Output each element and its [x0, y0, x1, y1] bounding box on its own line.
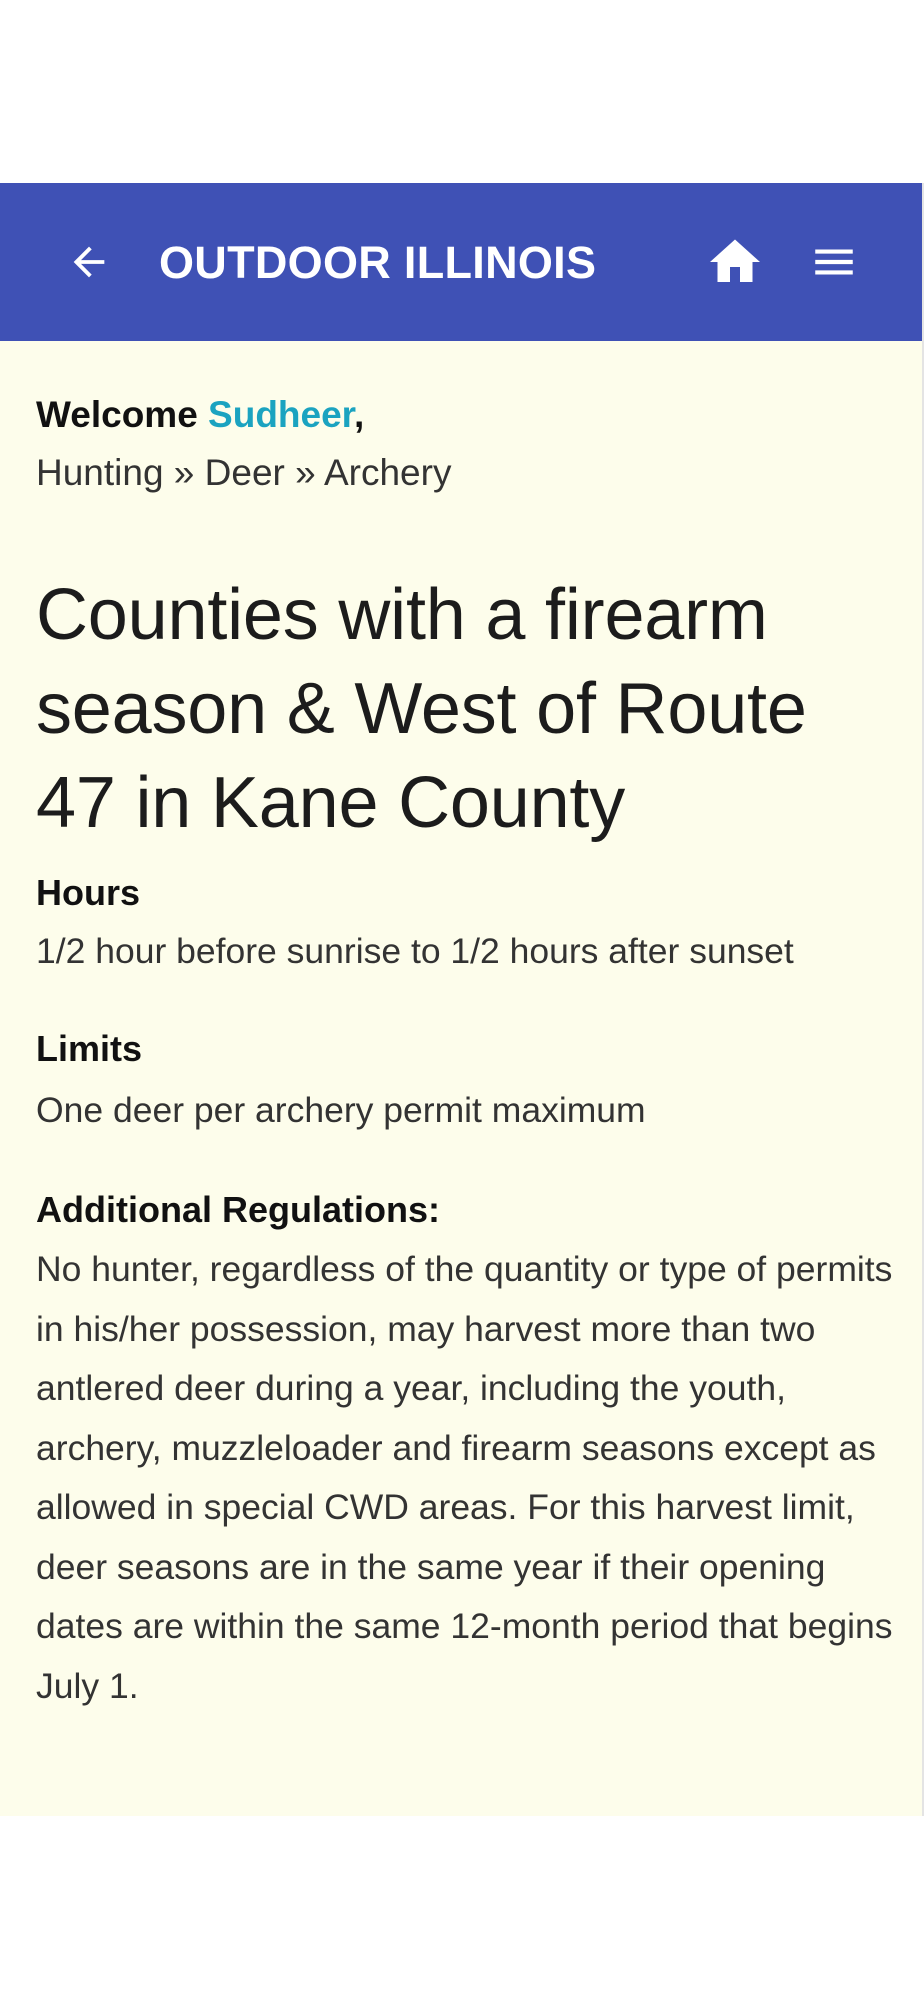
back-button[interactable] [56, 229, 122, 295]
breadcrumb: Hunting » Deer » Archery [36, 448, 896, 498]
breadcrumb-separator: » [163, 452, 205, 493]
limits-heading: Limits [36, 1027, 143, 1069]
main-content: Welcome Sudheer, Hunting » Deer » Archer… [36, 390, 896, 1716]
welcome-prefix: Welcome [36, 394, 209, 435]
home-icon [710, 239, 760, 282]
breadcrumb-item-hunting[interactable]: Hunting [36, 452, 164, 493]
app-title: OUTDOOR ILLINOIS [159, 237, 597, 288]
arrow-left-icon [73, 246, 105, 278]
menu-button[interactable] [798, 229, 870, 295]
app-bar: OUTDOOR ILLINOIS [0, 183, 922, 341]
breadcrumb-item-archery[interactable]: Archery [324, 452, 451, 493]
home-button[interactable] [699, 229, 771, 295]
breadcrumb-item-deer[interactable]: Deer [205, 452, 285, 493]
hours-text: 1/2 hour before sunrise to 1/2 hours aft… [36, 931, 794, 971]
limits-text: One deer per archery permit maximum [36, 1089, 646, 1130]
welcome-line: Welcome Sudheer, [36, 390, 896, 440]
hamburger-menu-icon [815, 249, 853, 275]
breadcrumb-separator: » [284, 452, 324, 493]
page-title: Counties with a firearm season & West of… [36, 575, 807, 843]
additional-regulations-heading: Additional Regulations: [36, 1189, 440, 1230]
hours-heading: Hours [36, 872, 141, 913]
welcome-suffix: , [354, 394, 365, 435]
additional-regulations-text: No hunter, regardless of the quantity or… [36, 1249, 893, 1706]
app-screen: OUTDOOR ILLINOIS Welcome Sudheer, Huntin… [0, 183, 924, 1816]
user-name-link[interactable]: Sudheer [208, 394, 354, 435]
